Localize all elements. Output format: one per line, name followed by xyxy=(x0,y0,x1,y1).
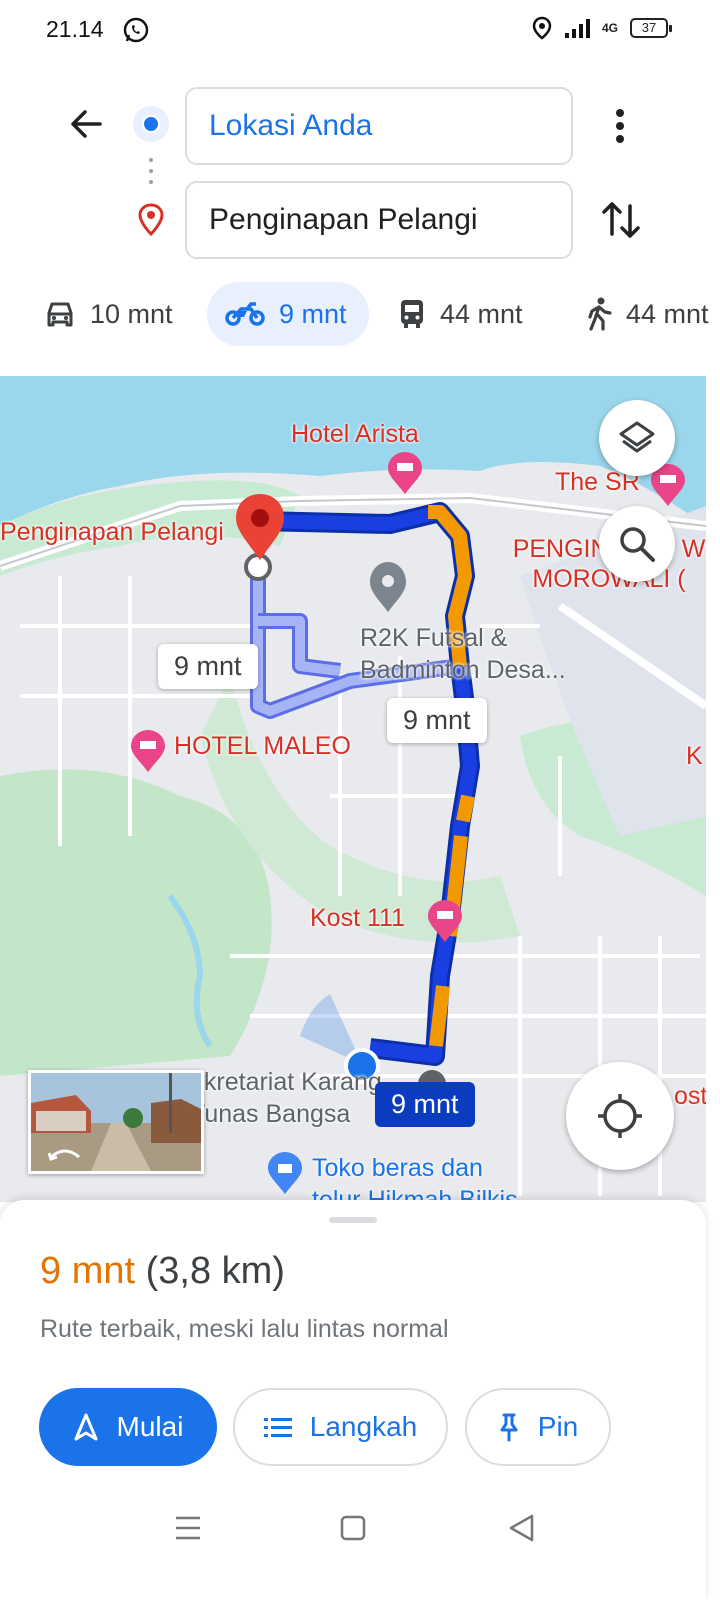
route-subtitle: Rute terbaik, meski lalu lintas normal xyxy=(40,1315,449,1343)
battery-icon: 37 xyxy=(630,18,672,38)
route-summary: 9 mnt (3,8 km) xyxy=(40,1250,285,1293)
place-hotel-arista[interactable]: Hotel Arista xyxy=(291,420,419,449)
place-k-edge[interactable]: K xyxy=(686,742,703,771)
place-hotel-maleo[interactable]: HOTEL MALEO xyxy=(174,732,351,761)
start-button-label: Mulai xyxy=(116,1411,184,1442)
swap-icon[interactable] xyxy=(600,198,642,242)
battery-level: 37 xyxy=(641,20,657,35)
place-toko-beras[interactable]: Toko beras dan telur Hikmah Bilkis xyxy=(312,1152,522,1202)
system-nav-bar xyxy=(0,1488,720,1568)
my-location-icon xyxy=(598,1094,642,1138)
steps-button-label: Langkah xyxy=(309,1411,418,1442)
destination-input[interactable]: Penginapan Pelangi xyxy=(185,181,573,259)
pin-icon xyxy=(500,1413,518,1442)
place-kost-111[interactable]: Kost 111 xyxy=(310,904,405,933)
status-bar: 21.14 4G 37 xyxy=(0,0,720,62)
network-type: 4G xyxy=(601,21,618,35)
street-view-thumbnail[interactable] xyxy=(28,1070,204,1174)
mode-transit-label: 44 mnt xyxy=(440,298,523,329)
status-icons: 4G 37 xyxy=(532,16,672,40)
motorcycle-icon xyxy=(225,302,265,326)
navigation-arrow-icon xyxy=(74,1413,98,1441)
main-route-chip[interactable]: 9 mnt xyxy=(375,1082,475,1127)
map-view[interactable]: Hotel Arista The SR Penginapan Pelangi P… xyxy=(0,376,706,1202)
route-distance: (3,8 km) xyxy=(145,1250,285,1292)
mode-motorcycle-label: 9 mnt xyxy=(279,298,347,329)
pin-button-label: Pin xyxy=(537,1411,579,1442)
menu-nav-icon[interactable] xyxy=(168,1508,208,1548)
steps-button[interactable]: Langkah xyxy=(233,1388,448,1466)
start-button[interactable]: Mulai xyxy=(39,1388,217,1466)
origin-input[interactable]: Lokasi Anda xyxy=(185,87,573,165)
alt-route-chip-left[interactable]: 9 mnt xyxy=(158,644,258,689)
pin-button[interactable]: Pin xyxy=(465,1388,611,1466)
search-button[interactable] xyxy=(599,506,675,582)
signal-icon xyxy=(564,19,590,38)
mode-car-label: 10 mnt xyxy=(90,298,173,329)
list-icon xyxy=(263,1418,292,1437)
my-location-button[interactable] xyxy=(566,1062,674,1170)
back-nav-icon[interactable] xyxy=(502,1508,542,1548)
route-duration: 9 mnt xyxy=(40,1250,136,1292)
status-time: 21.14 xyxy=(46,16,104,42)
layers-icon xyxy=(619,421,655,453)
mode-transit[interactable]: 44 mnt xyxy=(398,282,523,346)
layers-button[interactable] xyxy=(599,400,675,476)
car-icon xyxy=(47,302,73,327)
origin-dot-icon xyxy=(133,106,169,142)
route-connector xyxy=(149,158,153,191)
search-icon xyxy=(620,527,655,562)
street-view-image xyxy=(31,1073,201,1171)
drag-handle[interactable] xyxy=(329,1217,377,1223)
destination-map-label[interactable]: Penginapan Pelangi xyxy=(0,518,224,547)
more-options-icon[interactable] xyxy=(606,104,634,148)
place-kost-edge[interactable]: ost xyxy=(674,1082,706,1111)
alt-route-chip-right[interactable]: 9 mnt xyxy=(387,698,487,743)
mode-walk[interactable]: 44 mnt xyxy=(586,282,720,346)
mode-motorcycle[interactable]: 9 mnt xyxy=(207,282,369,346)
place-r2k-futsal[interactable]: R2K Futsal & Badminton Desa... xyxy=(360,622,590,686)
home-nav-icon[interactable] xyxy=(333,1508,373,1548)
destination-pin-icon xyxy=(138,203,164,237)
whatsapp-icon xyxy=(123,17,149,43)
bus-icon xyxy=(401,300,423,328)
back-arrow-icon[interactable] xyxy=(66,104,106,144)
location-status-icon xyxy=(532,16,552,40)
mode-walk-label: 44 mnt xyxy=(626,298,709,329)
mode-car[interactable]: 10 mnt xyxy=(44,282,173,346)
walk-icon xyxy=(588,297,612,331)
